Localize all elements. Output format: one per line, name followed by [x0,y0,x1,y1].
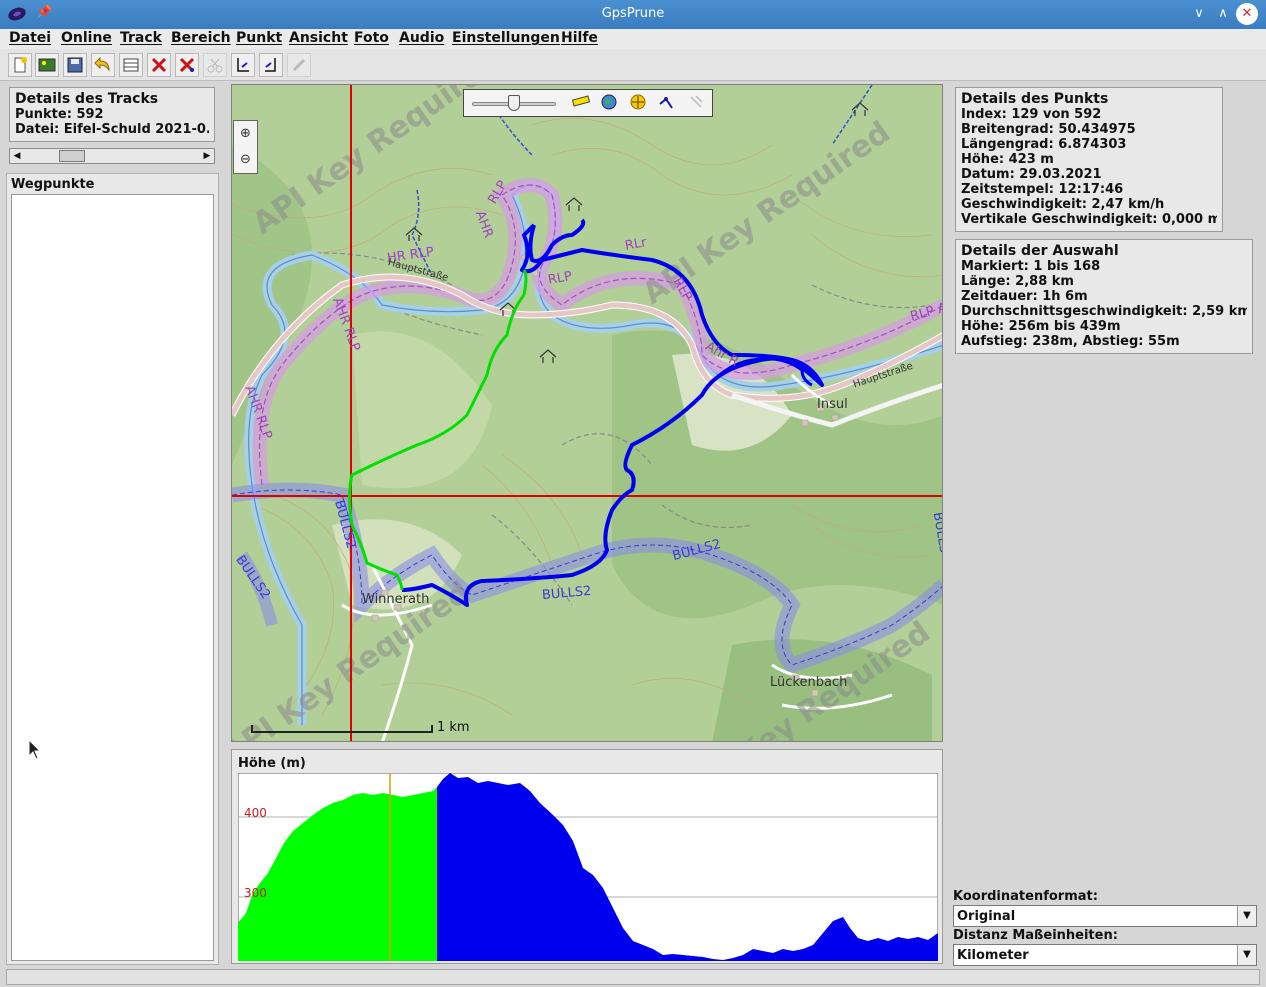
selection-duration: Zeitdauer: 1h 6m [961,289,1088,304]
map-scale-label: 1 km [437,720,470,735]
menu-bar: Datei Online Track Bereich Punkt Ansicht… [0,29,1266,49]
close-button[interactable]: ✕ [1236,3,1258,25]
window-titlebar: 📌 GpsPrune ∨ ∧ ✕ [0,0,1266,29]
map-label-insul: Insul [817,397,848,412]
waypoints-title: Wegpunkte [11,177,95,192]
delete-range-icon[interactable] [175,53,199,77]
point-details-title: Details des Punkts [961,91,1109,107]
mark-start-icon[interactable] [231,53,255,77]
window-title: GpsPrune [601,6,665,21]
point-vertical-speed: Vertikale Geschwindigkeit: 0,000 m/s [961,212,1217,227]
map-label-winnerath: Winnerath [362,592,430,607]
map-view[interactable]: API Key Required API Key Required API Ke… [231,84,943,742]
map-label-lueckenbach: Lückenbach [770,675,848,690]
menu-bereich[interactable]: Bereich [171,30,231,46]
draw-points-icon[interactable] [658,94,678,114]
toolbar [0,49,1266,81]
menu-audio[interactable]: Audio [399,30,444,46]
scroll-right-icon[interactable]: ▶ [200,149,214,163]
selection-avg-speed: Durchschnittsgeschwindigkeit: 2,59 km/h [961,304,1247,319]
profile-chart[interactable]: 400 300 [238,773,938,961]
mark-end-icon[interactable] [259,53,283,77]
point-time: Zeitstempel: 12:17:46 [961,182,1124,197]
map-canvas[interactable]: API Key Required API Key Required API Ke… [232,85,943,742]
scrollbar-thumb[interactable] [59,150,85,162]
undo-icon[interactable] [91,53,115,77]
coord-format-label: Koordinatenformat: [953,889,1098,904]
menu-punkt[interactable]: Punkt [236,30,282,46]
scroll-left-icon[interactable]: ◀ [10,149,24,163]
point-longitude: Längengrad: 6.874303 [961,137,1127,152]
maximize-button[interactable]: ∧ [1212,3,1234,25]
waypoints-list[interactable] [11,194,214,961]
zoom-out-icon[interactable]: ⊖ [234,147,257,173]
mouse-cursor-icon [28,739,42,760]
pan-icon[interactable] [630,94,650,114]
status-bar [6,969,1260,985]
track-details-panel: Details des Tracks Punkte: 592 Datei: Ei… [9,87,215,142]
new-file-icon[interactable] [8,53,32,77]
distance-units-select[interactable]: Kilometer ▼ [953,944,1257,966]
profile-tick-300: 300 [244,886,267,900]
point-index: Index: 129 von 592 [961,107,1102,122]
open-photo-icon[interactable] [35,53,59,77]
profile-tick-400: 400 [244,806,267,820]
distance-units-value: Kilometer [957,948,1029,963]
ruler-icon[interactable] [572,94,592,114]
waypoints-panel: Wegpunkte [6,173,219,965]
selection-length: Länge: 2,88 km [961,274,1074,289]
chevron-down-icon[interactable]: ▼ [1237,945,1256,965]
menu-datei[interactable]: Datei [9,30,51,46]
zoom-control: ⊕ ⊖ [233,120,258,174]
slider-knob[interactable] [508,95,520,111]
track-points: Punkte: 592 [15,107,104,122]
menu-einstellungen[interactable]: Einstellungen [452,30,560,46]
cut-icon[interactable] [203,53,227,77]
selection-altitude-range: Höhe: 256m bis 439m [961,319,1121,334]
menu-online[interactable]: Online [61,30,112,46]
selection-marked: Markiert: 1 bis 168 [961,259,1101,274]
point-details-panel: Details des Punkts Index: 129 von 592 Br… [955,87,1223,232]
menu-foto[interactable]: Foto [354,30,389,46]
minimize-button[interactable]: ∨ [1188,3,1210,25]
point-latitude: Breitengrad: 50.434975 [961,122,1136,137]
file-scrollbar[interactable]: ◀ ▶ [9,148,215,164]
zoom-in-icon[interactable]: ⊕ [234,121,257,147]
autopan-icon[interactable] [688,94,708,114]
altitude-profile[interactable]: Höhe (m) 400 300 [231,749,943,964]
point-speed: Geschwindigkeit: 2,47 km/h [961,197,1165,212]
table-icon[interactable] [119,53,143,77]
delete-point-icon[interactable] [147,53,171,77]
distance-units-label: Distanz Maßeinheiten: [953,928,1118,943]
chevron-down-icon[interactable]: ▼ [1237,906,1256,926]
menu-ansicht[interactable]: Ansicht [289,30,348,46]
coord-format-value: Original [957,909,1016,924]
menu-hilfe[interactable]: Hilfe [561,30,598,46]
profile-title: Höhe (m) [238,756,306,771]
track-details-title: Details des Tracks [15,91,159,107]
selection-details-panel: Details der Auswahl Markiert: 1 bis 168 … [955,239,1253,354]
menu-track[interactable]: Track [120,30,162,46]
coord-format-select[interactable]: Original ▼ [953,905,1257,927]
save-icon[interactable] [63,53,87,77]
connect-icon[interactable] [287,53,311,77]
globe-icon[interactable] [601,94,621,114]
selection-climb: Aufstieg: 238m, Abstieg: 55m [961,334,1180,349]
point-date: Datum: 29.03.2021 [961,167,1102,182]
track-file: Datei: Eifel-Schuld 2021-0... [15,122,209,137]
map-toolbar [463,89,713,117]
point-altitude: Höhe: 423 m [961,152,1054,167]
selection-details-title: Details der Auswahl [961,243,1119,259]
